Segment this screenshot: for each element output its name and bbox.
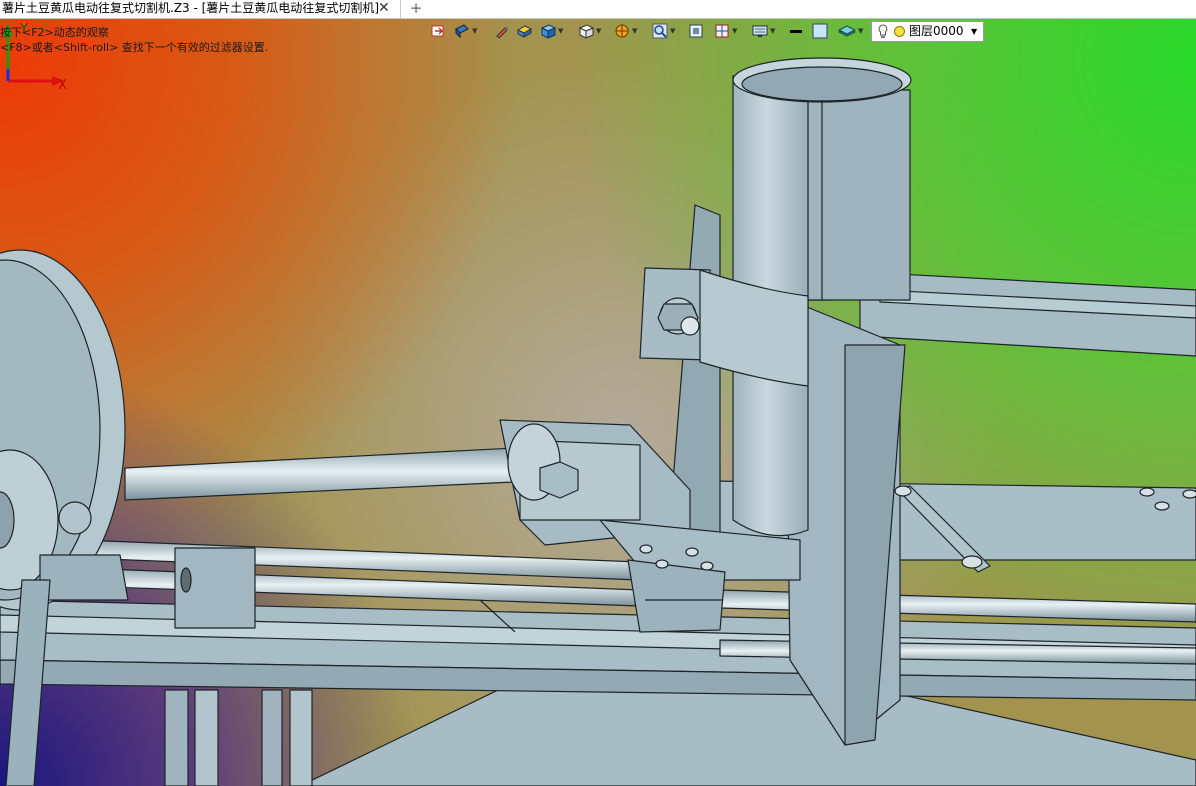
chevron-down-icon[interactable]: ▼: [558, 27, 563, 35]
viewport-canvas[interactable]: [0, 19, 1196, 786]
chevron-down-icon[interactable]: ▼: [971, 22, 977, 41]
hint-line-2: <F8>或者<Shift-roll> 查找下一个有效的过滤器设置.: [0, 41, 269, 54]
shaded-box-icon[interactable]: [516, 23, 532, 41]
chevron-down-icon[interactable]: ▼: [632, 27, 637, 35]
tab-bar: 薯片土豆黄瓜电动往复式切割机.Z3 - [薯片土豆黄瓜电动往复式切割机] ✕ +: [0, 0, 1196, 19]
chevron-down-icon[interactable]: ▼: [770, 27, 775, 35]
chevron-down-icon[interactable]: ▼: [596, 27, 601, 35]
color-swatch-icon[interactable]: [812, 23, 828, 41]
frame-icon[interactable]: [688, 23, 704, 41]
chevron-down-icon[interactable]: ▼: [732, 27, 737, 35]
layer-selector[interactable]: 图层0000 ▼: [871, 21, 984, 42]
exit-sketch-icon[interactable]: [430, 23, 446, 41]
chevron-down-icon[interactable]: ▼: [858, 27, 863, 35]
view-toolbar: ▼ ▼ ▼ ▼ ▼ ▼ ▼ ▼: [424, 21, 874, 43]
lightbulb-icon[interactable]: [877, 23, 889, 47]
pen-tool-icon[interactable]: [494, 23, 510, 41]
layer-name: 图层0000: [909, 24, 964, 38]
axis-x-label: X: [58, 78, 67, 90]
monitor-icon[interactable]: [752, 23, 768, 41]
hint-line-1: 按下<F2>动态的观察: [0, 26, 109, 39]
zoom-icon[interactable]: [652, 23, 668, 41]
chevron-down-icon[interactable]: ▼: [472, 27, 477, 35]
document-tab-label: 薯片土豆黄瓜电动往复式切割机.Z3 - [薯片土豆黄瓜电动往复式切割机]: [2, 1, 379, 15]
new-tab-button[interactable]: +: [408, 0, 424, 18]
sphere-render-icon[interactable]: [614, 23, 630, 41]
view-display-icon[interactable]: [454, 23, 470, 41]
wire-cube-icon[interactable]: [578, 23, 594, 41]
3d-viewport[interactable]: Y X: [0, 19, 1196, 786]
solid-cube-icon[interactable]: [540, 23, 556, 41]
line-weight-icon[interactable]: [788, 23, 804, 41]
close-icon[interactable]: ✕: [378, 0, 392, 16]
grid-icon[interactable]: [714, 23, 730, 41]
document-tab[interactable]: 薯片土豆黄瓜电动往复式切割机.Z3 - [薯片土豆黄瓜电动往复式切割机] ✕: [0, 0, 401, 18]
layer-color-icon: [894, 26, 905, 37]
chevron-down-icon[interactable]: ▼: [670, 27, 675, 35]
layer-stack-icon[interactable]: [838, 23, 856, 41]
